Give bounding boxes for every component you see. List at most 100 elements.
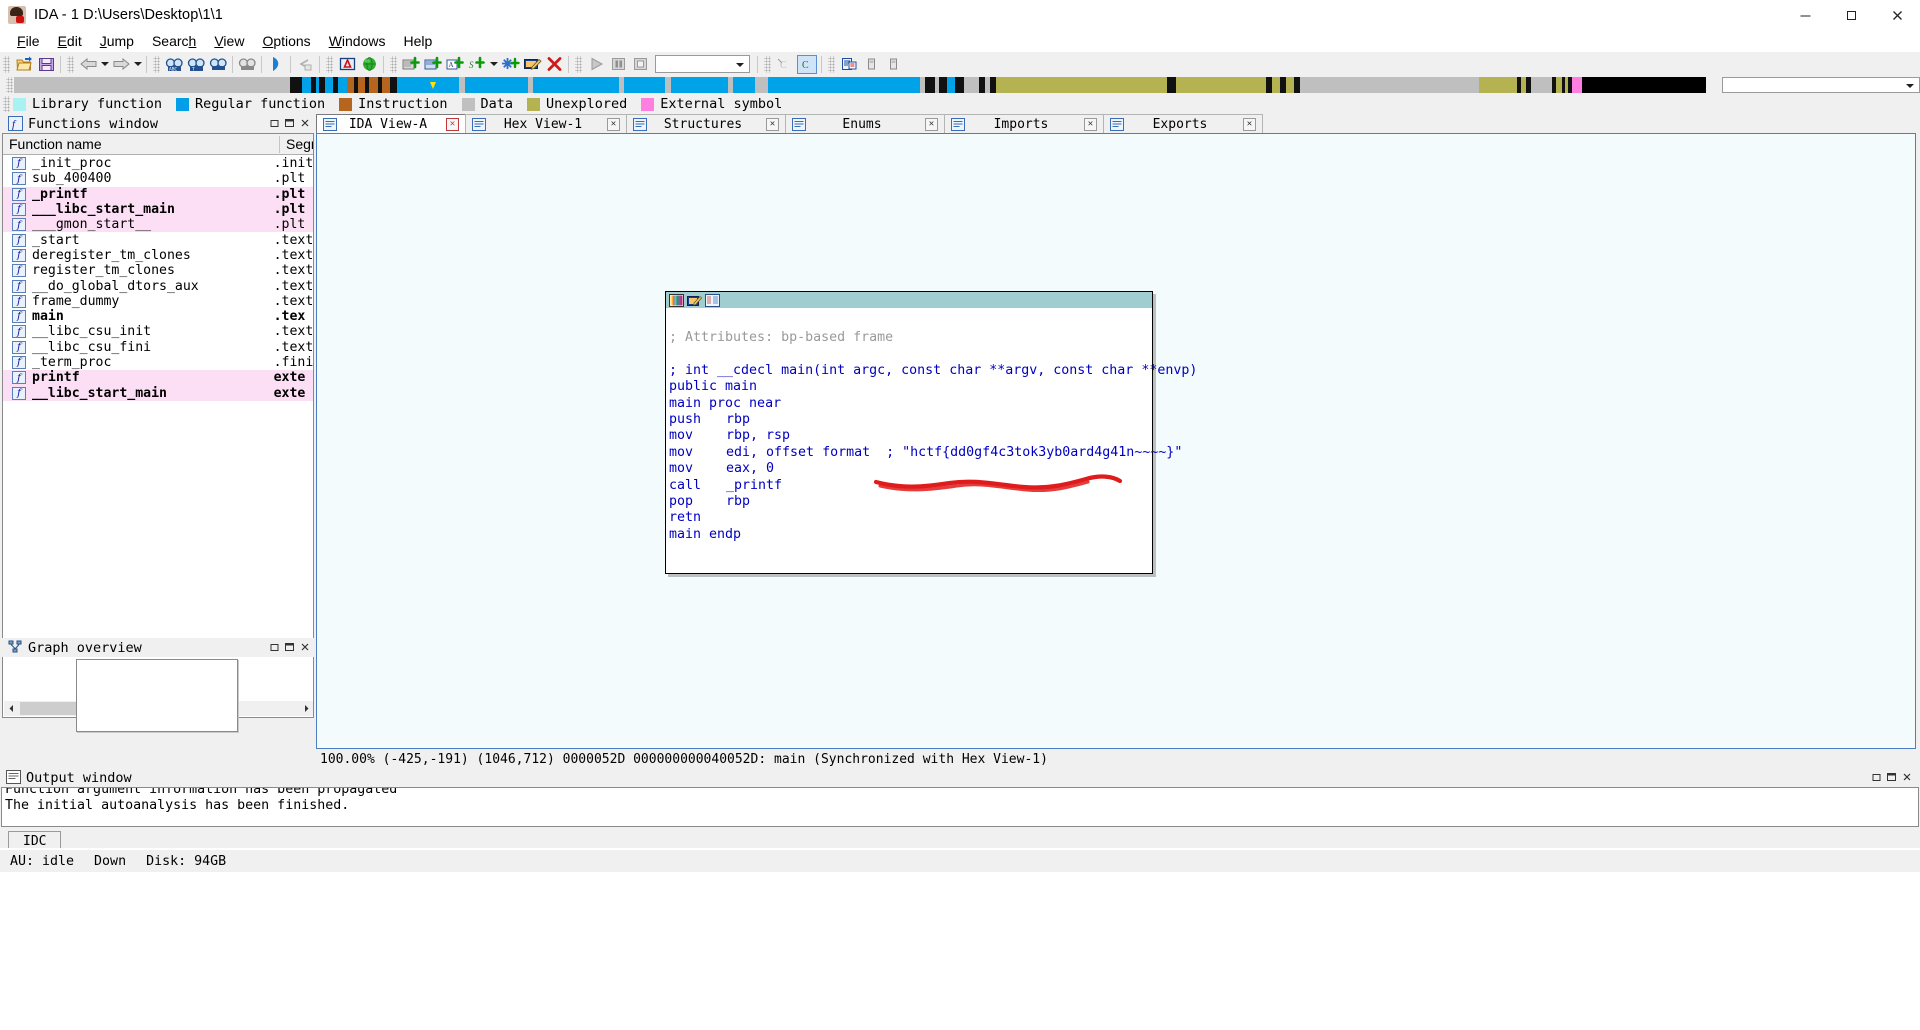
strings-window-icon[interactable]	[839, 55, 859, 74]
decompile-icon[interactable]: C	[797, 54, 817, 74]
maximize-button[interactable]	[1828, 0, 1874, 30]
functions-table-body[interactable]: f _init_proc .init f sub_400400 .plt f _printf.…	[3, 156, 313, 717]
table-row[interactable]: f _start .text	[3, 232, 313, 248]
toolbar-grip-3[interactable]	[153, 55, 160, 73]
overview-close-button[interactable]	[298, 640, 312, 654]
toolbar-grip-8[interactable]	[828, 55, 835, 73]
open-file-icon[interactable]	[14, 55, 34, 74]
graph-view-icon[interactable]	[337, 55, 357, 74]
table-row[interactable]: f deregister_tm_clones .text	[3, 248, 313, 263]
overview-float-button[interactable]	[283, 640, 297, 654]
make-union-icon[interactable]	[500, 55, 520, 74]
table-row[interactable]: f _term_proc .fini	[3, 355, 313, 370]
table-row[interactable]: f register_tm_clones .text	[3, 263, 313, 278]
table-row[interactable]: f _printf .plt	[3, 186, 313, 202]
graph-overview-viewport[interactable]	[76, 659, 238, 732]
disassembly-line[interactable]: push rbp	[669, 412, 1152, 428]
close-button[interactable]	[1874, 0, 1920, 30]
disassembly-line[interactable]: mov rbp, rsp	[669, 428, 1152, 444]
table-row[interactable]: f __libc_start_main exte	[3, 385, 313, 401]
table-row[interactable]: f printf exte	[3, 370, 313, 386]
menu-view[interactable]: View	[205, 32, 253, 50]
tab-imports[interactable]: Imports ✕	[944, 114, 1104, 134]
table-row[interactable]: f _init_proc .init	[3, 156, 313, 171]
minimize-button[interactable]	[1782, 0, 1828, 30]
table-row[interactable]: f ___libc_start_main .plt	[3, 201, 313, 218]
pause-icon[interactable]	[608, 55, 628, 74]
nav-back-icon[interactable]	[78, 55, 98, 74]
search-binary-icon[interactable]: ABC	[164, 55, 184, 74]
edit-function-icon[interactable]	[522, 55, 542, 74]
ida-view-a-canvas[interactable]: ; Attributes: bp-based frame ; int __cde…	[316, 133, 1916, 749]
undo-icon[interactable]	[295, 55, 315, 74]
toolbar-grip-7[interactable]	[764, 55, 771, 73]
menu-file[interactable]: File	[8, 32, 49, 50]
disassembly-line[interactable]	[669, 346, 1152, 362]
disassembly-line[interactable]: mov eax, 0	[669, 461, 1152, 477]
graph-layout-icon[interactable]	[705, 293, 720, 307]
graph-node-disassembly[interactable]: ; Attributes: bp-based frame ; int __cde…	[666, 308, 1197, 573]
navigation-band[interactable]	[14, 77, 1706, 93]
navband-grip[interactable]	[6, 77, 13, 93]
tab-hex-view-1[interactable]: Hex View-1 ✕	[465, 114, 627, 134]
make-code-icon[interactable]	[401, 55, 421, 74]
disassembly-line[interactable]: retn	[669, 510, 1152, 526]
tab-close-icon[interactable]: ✕	[607, 118, 620, 131]
toolbar-grip[interactable]	[3, 55, 10, 73]
menu-help[interactable]: Help	[395, 32, 442, 50]
table-row[interactable]: f sub_400400 .plt	[3, 171, 313, 186]
search-next-icon[interactable]	[208, 55, 228, 74]
tab-close-icon[interactable]: ✕	[1084, 118, 1097, 131]
table-row[interactable]: f frame_dummy .text	[3, 294, 313, 309]
table-row[interactable]: f __libc_csu_fini .text	[3, 340, 313, 355]
output-window-log[interactable]: Function argument information has been p…	[1, 787, 1919, 827]
legend-grip[interactable]	[3, 96, 10, 112]
jump-to-icon[interactable]	[266, 55, 286, 74]
segment-icon[interactable]	[861, 55, 881, 74]
tab-close-icon[interactable]: ✕	[766, 118, 779, 131]
toolbar-grip-4[interactable]	[326, 55, 333, 73]
graph-node-main[interactable]: ; Attributes: bp-based frame ; int __cde…	[665, 291, 1197, 574]
save-file-icon[interactable]	[36, 55, 56, 74]
tab-close-icon[interactable]: ✕	[925, 118, 938, 131]
column-header-segment[interactable]: Segm	[280, 134, 313, 155]
color-palette-icon[interactable]	[669, 293, 684, 307]
output-float-button[interactable]	[1885, 770, 1899, 784]
disassembly-line[interactable]: ; Attributes: bp-based frame	[669, 330, 1152, 346]
menu-jump[interactable]: Jump	[91, 32, 143, 50]
debugger-selector[interactable]	[655, 55, 750, 73]
make-data-icon[interactable]	[423, 55, 443, 74]
nav-forward-icon[interactable]	[111, 55, 131, 74]
search-text-icon[interactable]: T	[186, 55, 206, 74]
stop-icon[interactable]	[630, 55, 650, 74]
disassembly-line[interactable]: mov edi, offset format ; "hctf{dd0gf4c3to…	[669, 445, 1182, 461]
disassembly-line[interactable]: main endp	[669, 527, 1152, 543]
toolbar-grip-5[interactable]	[390, 55, 397, 73]
table-row[interactable]: f main .tex	[3, 309, 313, 324]
make-struct-dropdown-icon[interactable]	[488, 55, 499, 74]
toolbar-grip-6[interactable]	[575, 55, 582, 73]
overview-restore-button[interactable]	[268, 640, 282, 654]
tab-structures[interactable]: Structures ✕	[626, 114, 786, 134]
tab-ida-view-a[interactable]: IDA View-A ✕	[316, 114, 466, 134]
menu-search[interactable]: Search	[143, 32, 205, 50]
segment-reg-icon[interactable]	[883, 55, 903, 74]
edit-node-icon[interactable]	[687, 294, 703, 307]
menu-windows[interactable]: Windows	[320, 32, 395, 50]
functions-close-button[interactable]	[298, 116, 312, 130]
output-close-button[interactable]	[1900, 770, 1914, 784]
nav-forward-dropdown-icon[interactable]	[132, 55, 143, 74]
toolbar-grip-2[interactable]	[67, 55, 74, 73]
run-icon[interactable]	[586, 55, 606, 74]
functions-restore-button[interactable]	[268, 116, 282, 130]
decompile-off-icon[interactable]: C	[775, 55, 795, 74]
navband-selector[interactable]	[1722, 77, 1920, 93]
tab-enums[interactable]: Enums ✕	[785, 114, 945, 134]
disassembly-line[interactable]: public main	[669, 379, 1152, 395]
disassembly-line[interactable]: pop rbp	[669, 494, 1152, 510]
menu-edit[interactable]: Edit	[49, 32, 91, 50]
delete-icon[interactable]	[544, 55, 564, 74]
output-restore-button[interactable]	[1870, 770, 1884, 784]
disassembly-line[interactable]: main proc near	[669, 396, 1152, 412]
tab-exports[interactable]: Exports ✕	[1103, 114, 1263, 134]
